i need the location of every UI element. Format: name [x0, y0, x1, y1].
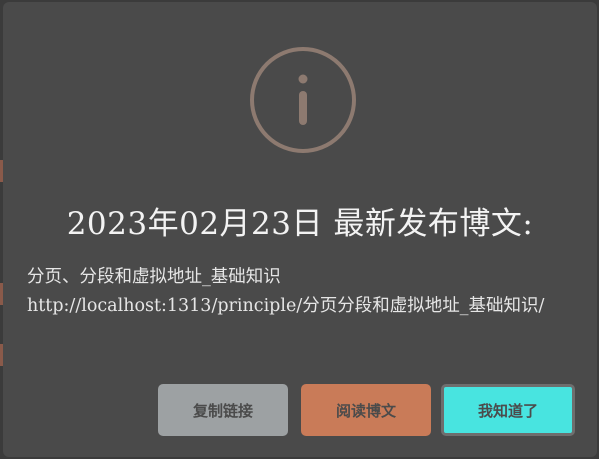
got-it-button[interactable]: 我知道了 [441, 384, 575, 436]
announcement-dialog: 2023年02月23日 最新发布博文: 分页、分段和虚拟地址_基础知识 http… [3, 2, 597, 457]
dialog-title: 2023年02月23日 最新发布博文: [66, 206, 534, 242]
post-title: 分页、分段和虚拟地址_基础知识 [27, 267, 281, 287]
post-url: http://localhost:1313/principle/分页分段和虚拟地… [27, 296, 545, 316]
info-icon [250, 47, 356, 153]
read-post-button[interactable]: 阅读博文 [301, 384, 431, 436]
copy-link-button[interactable]: 复制链接 [158, 384, 288, 436]
dialog-content: 分页、分段和虚拟地址_基础知识 http://localhost:1313/pr… [27, 263, 575, 321]
